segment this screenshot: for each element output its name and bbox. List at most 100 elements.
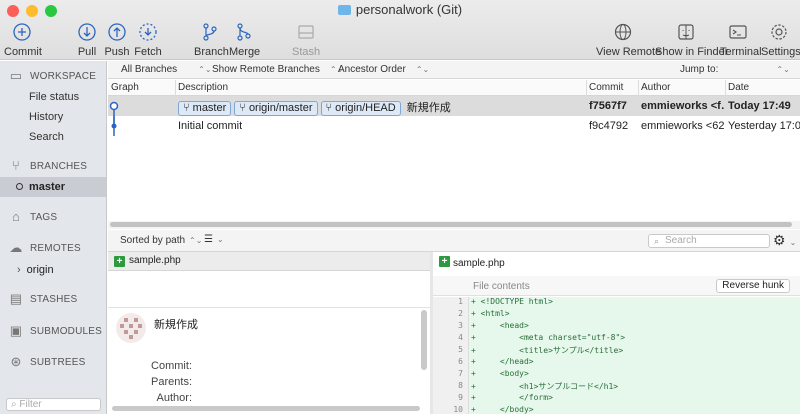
branch-icon: ⑂: [183, 102, 193, 114]
code-line: + </head>: [471, 357, 534, 366]
history-toolbar: All Branches ⌃⌄ Show Remote Branches ⌃⌄ An…: [108, 61, 800, 79]
branch-icon: ⑂: [239, 102, 249, 114]
detail-label: Parents:: [151, 376, 192, 388]
avatar: [116, 313, 146, 343]
view-remote-button[interactable]: View Remote: [596, 22, 661, 58]
code-line: + <meta charset="utf-8">: [471, 333, 626, 342]
scroll-thumb[interactable]: [110, 222, 792, 227]
commit-description: ⑂ master ⑂ origin/master ⑂ origin/HEAD 新規作…: [178, 99, 451, 116]
line-number: 10: [453, 405, 463, 414]
terminal-icon: [729, 25, 747, 39]
vertical-scrollbar[interactable]: [421, 310, 427, 370]
filter-input[interactable]: ⌕ Filter: [6, 398, 101, 411]
line-number: 1: [458, 297, 463, 306]
sidebar-item-origin[interactable]: › origin: [17, 264, 54, 276]
commit-hash: f9c4792: [589, 120, 629, 132]
branch-icon: ⑂: [12, 158, 20, 173]
sidebar-section-tags[interactable]: ⌂ TAGS: [8, 210, 57, 224]
push-button[interactable]: Push: [104, 22, 130, 58]
branch-badge[interactable]: ⑂ master: [178, 101, 232, 116]
commit-author: emmieworks <62…: [641, 120, 725, 132]
chevron-right-icon: ›: [17, 264, 21, 276]
sidebar-section-branches[interactable]: ⑂ BRANCHES: [8, 159, 87, 173]
fetch-button[interactable]: Fetch: [134, 22, 162, 58]
line-number: 7: [458, 369, 463, 378]
commit-hash: f7567f7: [589, 100, 627, 112]
commit-list-header: Graph Description Commit Author Date: [108, 80, 800, 96]
merge-button[interactable]: Merge: [229, 22, 260, 58]
search-icon: ⌕: [654, 236, 660, 246]
commit-row[interactable]: Initial commit f9c4792 emmieworks <62… Y…: [108, 116, 800, 136]
diff-content: 1 + <!DOCTYPE html> 2 + <html> 3 + <head…: [433, 297, 800, 414]
commit-author: emmieworks <f…: [641, 100, 725, 112]
title-toolbar: personalwork (Git) Commit Pull Push Fetc…: [0, 0, 800, 60]
code-line: + <html>: [471, 309, 510, 318]
branch-button[interactable]: Branch: [194, 22, 229, 58]
hunk-header: File contents Reverse hunk: [433, 276, 800, 296]
list-icon: ☰: [204, 234, 213, 245]
code-line: + <!DOCTYPE html>: [471, 297, 553, 306]
graph-node-icon: [111, 116, 117, 129]
sidebar-item-history[interactable]: History: [29, 111, 63, 123]
stash-icon: [298, 25, 314, 39]
horizontal-scrollbar[interactable]: [108, 221, 800, 229]
sidebar-section-submodules[interactable]: ▣ SUBMODULES: [8, 324, 102, 338]
sidebar-item-search[interactable]: Search: [29, 131, 64, 143]
subtree-icon: ⊛: [10, 354, 22, 369]
options-menu-button[interactable]: ⚙ ⌄: [773, 232, 796, 249]
reverse-hunk-button[interactable]: Reverse hunk: [716, 279, 790, 293]
code-line: + <body>: [471, 369, 529, 378]
branches-select[interactable]: All Branches ⌃⌄: [121, 64, 212, 75]
commit-date: Today 17:49: [728, 100, 791, 112]
sidebar-section-subtrees[interactable]: ⊛ SUBTREES: [8, 355, 86, 369]
horizontal-scrollbar[interactable]: [112, 406, 420, 411]
push-icon: [108, 23, 126, 41]
settings-button[interactable]: Settings: [761, 22, 800, 58]
added-file-icon: +: [114, 256, 125, 267]
commit-icon: [13, 23, 31, 41]
line-number: 5: [458, 345, 463, 354]
file-toolbar: Sorted by path ⌃⌄ ☰ ⌄ Search ⌕ ⚙ ⌄: [108, 230, 800, 252]
cloud-icon: ☁: [9, 240, 23, 255]
added-file-icon: +: [439, 256, 450, 267]
line-number: 8: [458, 381, 463, 390]
window-title: personalwork (Git): [0, 2, 800, 17]
list-item[interactable]: + sample.php: [108, 252, 430, 271]
commit-button[interactable]: Commit: [4, 22, 42, 58]
sidebar-item-file-status[interactable]: File status: [29, 91, 79, 103]
tag-icon: ⌂: [11, 209, 21, 224]
code-line: + <h1>サンプルコード</h1>: [471, 382, 619, 391]
submodule-icon: ▣: [9, 323, 23, 338]
sidebar-section-remotes[interactable]: ☁ REMOTES: [8, 241, 81, 255]
view-mode-select[interactable]: ☰ ⌄: [204, 234, 224, 245]
terminal-button[interactable]: Terminal: [720, 22, 762, 58]
show-in-finder-button[interactable]: Show in Finder: [655, 22, 728, 58]
commit-detail-message: 新規作成: [154, 319, 198, 331]
search-input[interactable]: Search: [648, 234, 770, 248]
sidebar-section-stashes[interactable]: ▤ STASHES: [8, 292, 77, 306]
finder-icon: [677, 24, 694, 40]
jump-to-select[interactable]: Jump to: ⌃⌄: [680, 64, 790, 75]
pull-button[interactable]: Pull: [74, 22, 100, 58]
branch-badge[interactable]: ⑂ origin/HEAD: [320, 101, 401, 116]
code-line: + </form>: [471, 393, 553, 402]
order-select[interactable]: Ancestor Order ⌃⌄: [338, 64, 429, 75]
folder-icon: [337, 5, 351, 15]
diff-pane: + sample.php File contents Reverse hunk …: [433, 252, 800, 414]
remote-branches-select[interactable]: Show Remote Branches ⌃⌄: [212, 64, 343, 75]
branch-icon: [203, 23, 217, 41]
branch-badge[interactable]: ⑂ origin/master: [234, 101, 318, 116]
stash-icon: ▤: [9, 291, 23, 306]
sidebar-section-workspace[interactable]: ▭ WORKSPACE: [8, 69, 96, 83]
stash-button[interactable]: Stash: [292, 22, 320, 58]
chevron-down-icon: ⌄: [789, 238, 797, 247]
commit-row[interactable]: ⑂ master ⑂ origin/master ⑂ origin/HEAD 新規作…: [108, 96, 800, 136]
sort-select[interactable]: Sorted by path ⌃⌄: [120, 235, 202, 246]
current-branch-icon: [16, 183, 23, 190]
gear-icon: ⚙: [773, 232, 786, 248]
commit-date: Yesterday 17:07: [728, 120, 800, 132]
line-number: 9: [458, 393, 463, 402]
sidebar-item-master[interactable]: master: [0, 177, 106, 197]
pull-icon: [78, 23, 96, 41]
sidebar: ▭ WORKSPACE File status History Search ⑂ B…: [0, 61, 107, 414]
